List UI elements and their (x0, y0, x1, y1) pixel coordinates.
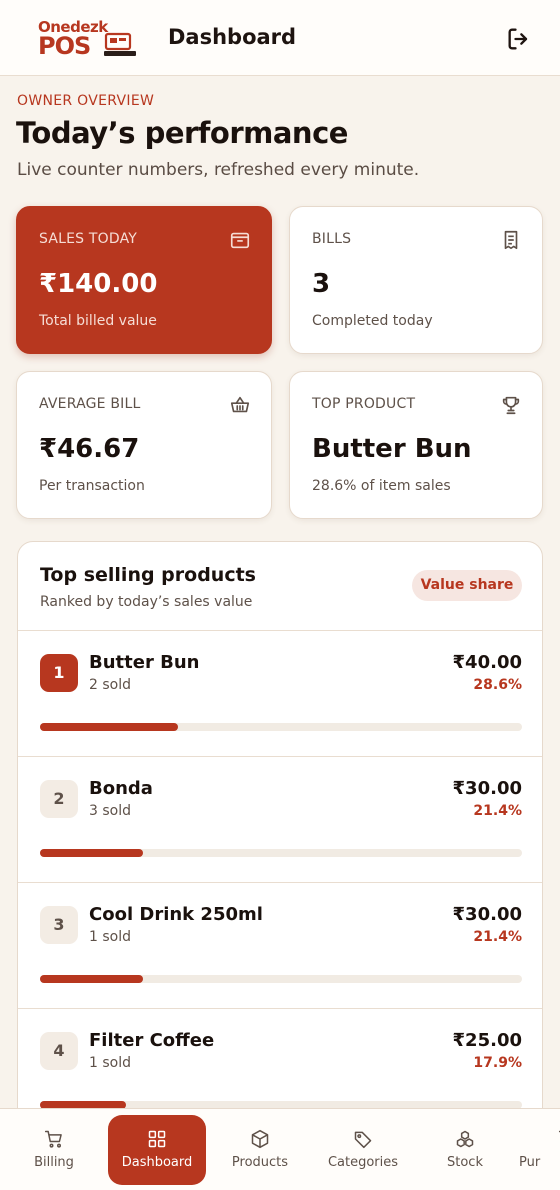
kpi-caption: Completed today (312, 313, 433, 329)
share-bar-fill (40, 975, 144, 983)
product-share: 28.6% (473, 677, 522, 693)
bottom-nav: Billing Dashboard Products Categories St… (0, 1108, 560, 1190)
kpi-label: TOP PRODUCT (312, 396, 416, 412)
nav-label: Categories (327, 1155, 399, 1170)
product-sold-count: 3 sold (89, 803, 131, 819)
product-value: ₹30.00 (452, 778, 522, 799)
nav-label: Billing (34, 1155, 74, 1170)
product-name: Bonda (89, 778, 153, 799)
kpi-caption: 28.6% of item sales (312, 478, 451, 494)
nav-label: Stock (447, 1155, 483, 1170)
nav-item-purchases[interactable]: Pur (519, 1115, 560, 1185)
top-products-panel: Top selling products Ranked by today’s s… (17, 541, 543, 1141)
product-row[interactable]: 2 Bonda 3 sold ₹30.00 21.4% (18, 756, 542, 882)
kpi-card-average-bill: AVERAGE BILL ₹46.67 Per transaction (16, 371, 272, 519)
tag-icon (354, 1131, 372, 1149)
nav-label: Dashboard (121, 1155, 193, 1170)
product-name: Butter Bun (89, 652, 200, 673)
share-bar-track (40, 723, 522, 731)
grid-icon (148, 1130, 166, 1148)
product-value: ₹30.00 (452, 904, 522, 925)
register-icon (104, 32, 136, 56)
product-name: Filter Coffee (89, 1030, 215, 1051)
wallet-icon (230, 232, 250, 249)
panel-title: Top selling products (40, 564, 256, 586)
logout-icon[interactable] (505, 25, 533, 53)
nav-item-products[interactable]: Products (211, 1115, 309, 1185)
nav-item-billing[interactable]: Billing (5, 1115, 103, 1185)
box-icon (251, 1129, 269, 1149)
share-bar-fill (40, 849, 144, 857)
product-share: 17.9% (473, 1055, 522, 1071)
kpi-card-sales: SALES TODAY ₹140.00 Total billed value (16, 206, 272, 354)
kpi-label: AVERAGE BILL (39, 396, 141, 412)
product-sold-count: 2 sold (89, 677, 131, 693)
kpi-label: SALES TODAY (39, 231, 138, 247)
rank-badge: 1 (40, 654, 78, 692)
product-share: 21.4% (473, 929, 522, 945)
section-eyebrow: OWNER OVERVIEW (17, 93, 155, 109)
kpi-value: ₹46.67 (39, 434, 140, 464)
nav-label: Pur (519, 1155, 541, 1170)
rank-badge: 2 (40, 780, 78, 818)
product-sold-count: 1 sold (89, 929, 131, 945)
share-bar-track (40, 975, 522, 983)
product-row[interactable]: 1 Butter Bun 2 sold ₹40.00 28.6% (18, 630, 542, 756)
nav-item-dashboard[interactable]: Dashboard (108, 1115, 206, 1185)
trophy-icon (502, 396, 520, 415)
rank-badge: 3 (40, 906, 78, 944)
product-name: Cool Drink 250ml (89, 904, 263, 925)
kpi-label: BILLS (312, 231, 352, 247)
product-row[interactable]: 3 Cool Drink 250ml 1 sold ₹30.00 21.4% (18, 882, 542, 1008)
app-header: Onedezk POS Dashboard (0, 0, 560, 76)
page-title: Dashboard (168, 25, 297, 49)
stack-icon (456, 1130, 474, 1148)
cart-icon (44, 1130, 62, 1148)
rank-badge: 4 (40, 1032, 78, 1070)
kpi-caption: Per transaction (39, 478, 145, 494)
product-list: 1 Butter Bun 2 sold ₹40.00 28.6% 2 Bonda… (18, 630, 542, 1134)
logo-text-bottom: POS (38, 32, 91, 60)
product-share: 21.4% (473, 803, 522, 819)
nav-item-categories[interactable]: Categories (314, 1115, 412, 1185)
section-subtitle: Live counter numbers, refreshed every mi… (17, 160, 420, 180)
share-bar-fill (40, 723, 178, 731)
product-sold-count: 1 sold (89, 1055, 131, 1071)
nav-label: Products (231, 1155, 289, 1170)
value-share-badge[interactable]: Value share (412, 570, 522, 601)
receipt-icon (504, 230, 518, 250)
brand-logo[interactable]: Onedezk POS (38, 18, 136, 60)
basket-icon (230, 396, 250, 413)
kpi-caption: Total billed value (39, 313, 157, 329)
kpi-value: 3 (312, 269, 331, 299)
section-title: Today’s performance (16, 116, 348, 150)
kpi-value: ₹140.00 (39, 269, 158, 299)
product-value: ₹25.00 (452, 1030, 522, 1051)
nav-item-stock[interactable]: Stock (416, 1115, 514, 1185)
product-value: ₹40.00 (452, 652, 522, 673)
kpi-card-bills: BILLS 3 Completed today (289, 206, 543, 354)
panel-subtitle: Ranked by today’s sales value (40, 594, 253, 610)
kpi-card-top-product: TOP PRODUCT Butter Bun 28.6% of item sal… (289, 371, 543, 519)
share-bar-track (40, 849, 522, 857)
kpi-value: Butter Bun (312, 434, 472, 464)
